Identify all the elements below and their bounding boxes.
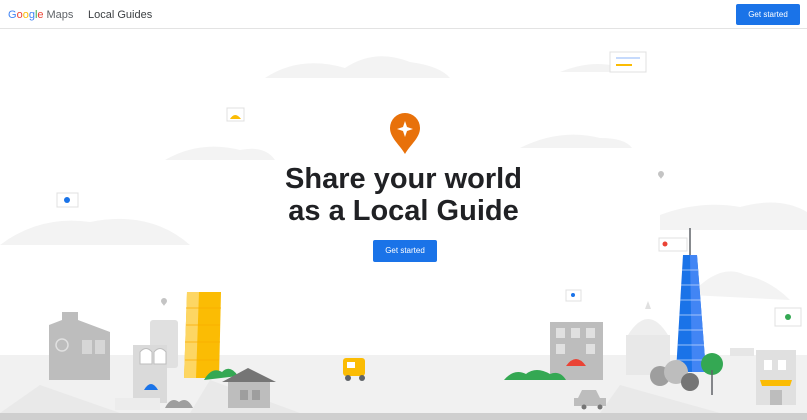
top-bar: Google Maps Local Guides Get started	[0, 0, 807, 29]
header-get-started-button[interactable]: Get started	[736, 4, 800, 25]
review-card-icon	[609, 51, 647, 73]
local-guide-badge-icon	[390, 113, 420, 154]
hero-headline-line1: Share your world	[285, 163, 522, 195]
shop-building	[756, 350, 796, 405]
yellow-building	[184, 292, 221, 378]
domed-building	[626, 301, 670, 375]
comment-card-icon	[658, 237, 688, 252]
left-house	[49, 312, 110, 380]
hero-get-started-button[interactable]: Get started	[373, 240, 437, 262]
logo-product-name: Maps	[46, 9, 74, 21]
hero-headline-line2: as a Local Guide	[288, 195, 519, 227]
small-map-card-icon	[565, 289, 582, 302]
apartment-building	[550, 322, 603, 380]
photo-card-icon	[226, 107, 245, 122]
right-map-card-icon	[774, 307, 802, 327]
horizontal-scrollbar[interactable]	[0, 413, 807, 420]
logo-letter: e	[37, 9, 44, 21]
hero-headline: Share your world as a Local Guide	[0, 163, 807, 227]
local-guides-link[interactable]: Local Guides	[88, 8, 152, 22]
logo-letter: G	[8, 9, 17, 21]
google-maps-logo[interactable]: Google Maps	[8, 8, 73, 22]
